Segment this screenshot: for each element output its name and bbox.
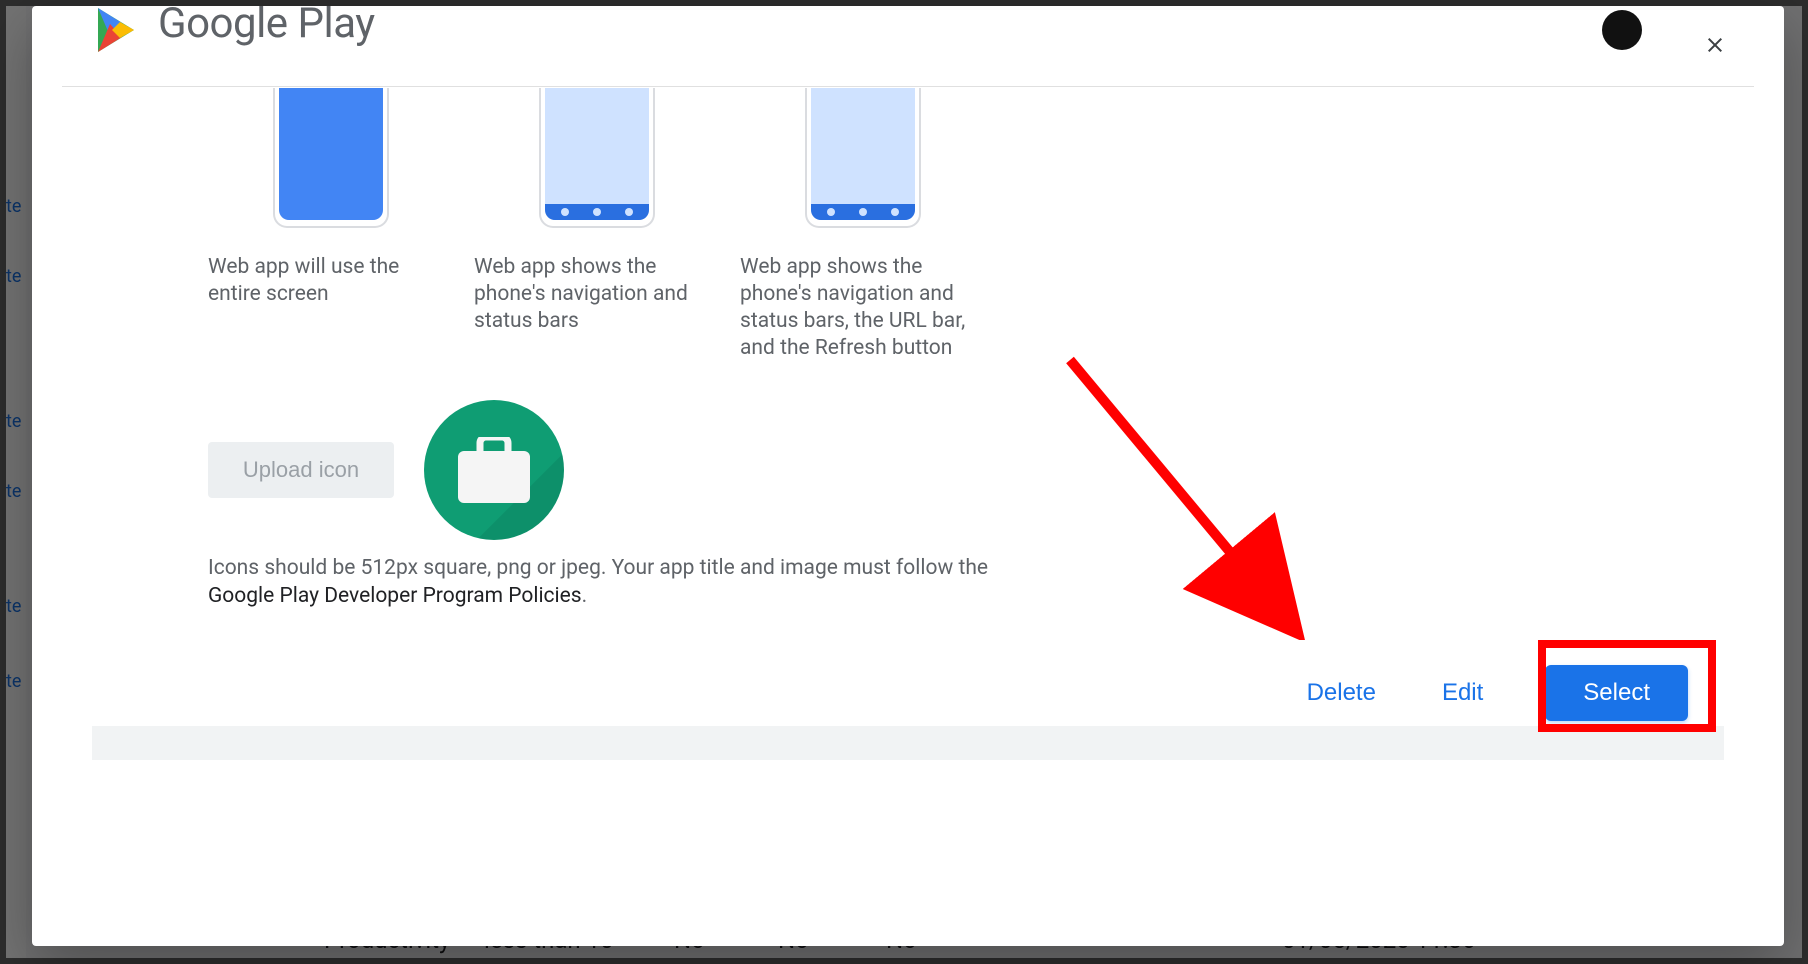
delete-button[interactable]: Delete [1303,671,1380,715]
app-icon-preview [424,400,564,540]
phone-preview-fullscreen [273,88,389,228]
annotation-arrow-icon [1060,350,1320,640]
close-button[interactable] [1694,24,1736,66]
phone-preview-minimal [805,88,921,228]
avatar[interactable] [1602,10,1642,50]
display-option-minimal[interactable]: Web app shows the phone's navigation and… [740,88,986,362]
help-suffix: . [582,584,588,608]
google-play-logo-icon [92,8,140,56]
modal-body: Web app will use the entire screen Web a… [62,88,1754,946]
edit-button[interactable]: Edit [1438,671,1487,715]
select-button[interactable]: Select [1545,665,1688,721]
close-icon [1703,33,1727,57]
brand-title: Google Play [158,6,375,48]
briefcase-icon [458,437,530,503]
option-caption: Web app shows the phone's navigation and… [474,254,720,335]
phone-preview-standalone [539,88,655,228]
display-option-standalone[interactable]: Web app shows the phone's navigation and… [474,88,720,362]
modal-bottom-strip [92,726,1724,760]
web-app-modal: Google Play Web app will use the entire … [32,6,1784,946]
brand-area: Google Play [92,8,375,56]
modal-header: Google Play [62,6,1754,87]
upload-icon-button[interactable]: Upload icon [208,442,394,498]
option-caption: Web app shows the phone's navigation and… [740,254,986,362]
option-caption: Web app will use the entire screen [208,254,454,308]
help-prefix: Icons should be 512px square, png or jpe… [208,556,988,580]
icon-help-text: Icons should be 512px square, png or jpe… [208,554,1028,611]
display-options-row: Web app will use the entire screen Web a… [208,88,986,362]
upload-icon-area: Upload icon [208,400,564,540]
modal-footer: Delete Edit Select [92,664,1724,722]
policies-link[interactable]: Google Play Developer Program Policies [208,584,582,608]
display-option-fullscreen[interactable]: Web app will use the entire screen [208,88,454,362]
